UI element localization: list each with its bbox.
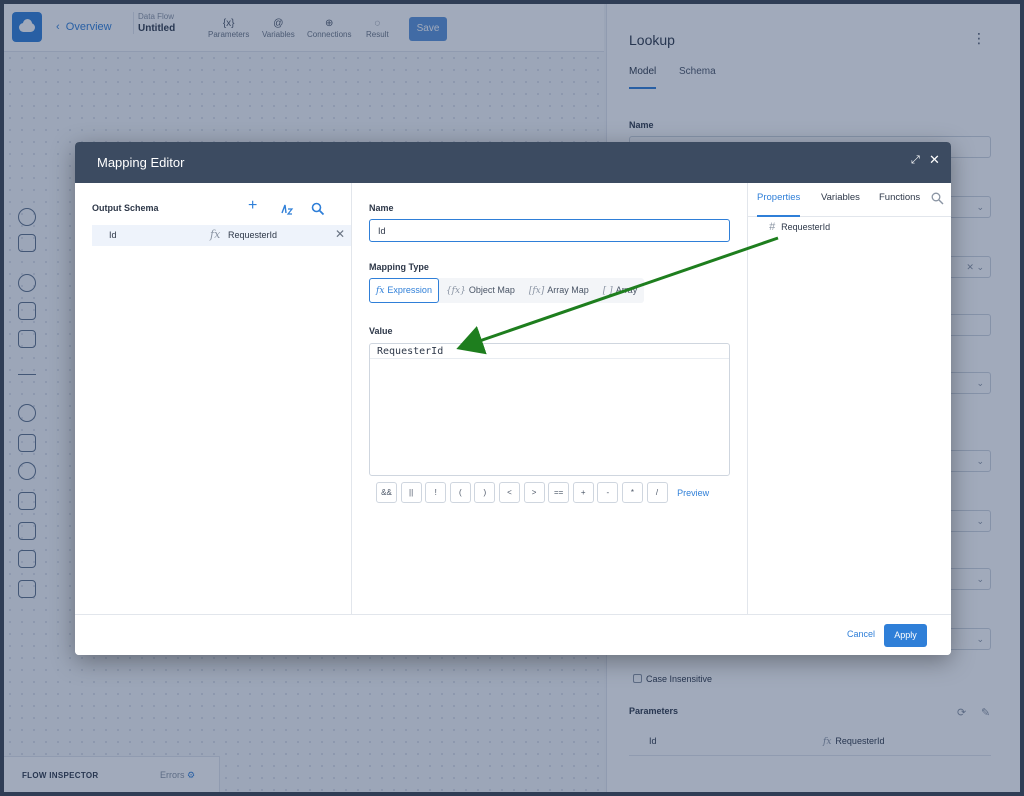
object-map-label: Object Map xyxy=(468,285,515,295)
modal-header: Mapping Editor ⤢ ✕ xyxy=(75,142,951,183)
tab-functions[interactable]: Functions xyxy=(879,192,920,217)
sort-alpha-icon[interactable] xyxy=(281,203,295,215)
mapping-editor-modal: Mapping Editor ⤢ ✕ Output Schema + Id fx… xyxy=(75,142,951,655)
operator-close-paren[interactable]: ) xyxy=(474,482,496,503)
tab-properties[interactable]: Properties xyxy=(757,192,801,217)
apply-button[interactable]: Apply xyxy=(884,624,927,647)
expression-label: Expression xyxy=(387,285,432,295)
output-schema-title: Output Schema xyxy=(92,203,159,213)
schema-row[interactable]: Id fx RequesterId ✕ xyxy=(92,225,351,246)
cancel-button[interactable]: Cancel xyxy=(847,629,875,639)
properties-panel: Properties Variables Functions # Requeste… xyxy=(748,183,951,614)
mapping-detail-panel: Name Mapping Type fxExpression {fx}Objec… xyxy=(352,183,748,614)
operator-open-paren[interactable]: ( xyxy=(449,482,471,503)
mapping-type-expression[interactable]: fx Expression xyxy=(369,278,439,303)
operator-multiply[interactable]: * xyxy=(621,482,643,503)
modal-title: Mapping Editor xyxy=(97,155,185,170)
output-schema-panel: Output Schema + Id fx RequesterId ✕ xyxy=(75,183,352,614)
operator-or[interactable]: || xyxy=(400,482,422,503)
tab-variables[interactable]: Variables xyxy=(821,192,860,217)
search-icon[interactable] xyxy=(931,192,944,205)
property-item-label: RequesterId xyxy=(781,222,831,232)
fx-icon: fx xyxy=(376,286,385,296)
operator-plus[interactable]: + xyxy=(572,482,594,503)
operator-not[interactable]: ! xyxy=(425,482,447,503)
expand-icon[interactable]: ⤢ xyxy=(911,154,920,167)
add-field-icon[interactable]: + xyxy=(248,197,257,215)
operator-equals[interactable]: == xyxy=(548,482,570,503)
mapping-type-array[interactable]: [ ] Array xyxy=(596,278,644,303)
object-map-icon: {fx} xyxy=(445,286,466,296)
search-icon[interactable] xyxy=(311,202,325,216)
name-input[interactable] xyxy=(369,219,730,242)
mapping-type-selector: fx Expression {fx} Object Map [fx] Array Ma… xyxy=(369,278,645,303)
mapping-type-label: Mapping Type xyxy=(369,262,429,272)
property-item[interactable]: # RequesterId xyxy=(769,221,830,233)
editor-line-divider xyxy=(370,358,729,359)
preview-link[interactable]: Preview xyxy=(677,488,709,498)
operator-and[interactable]: && xyxy=(376,482,397,503)
value-label: Value xyxy=(369,326,393,336)
close-icon[interactable]: ✕ xyxy=(929,152,940,168)
array-map-icon: [fx] xyxy=(528,286,545,296)
operator-less-than[interactable]: < xyxy=(498,482,520,503)
schema-field-name: Id xyxy=(109,230,117,240)
array-map-label: Array Map xyxy=(547,285,589,295)
operator-greater-than[interactable]: > xyxy=(523,482,545,503)
array-icon: [ ] xyxy=(602,286,613,296)
mapping-type-object-map[interactable]: {fx} Object Map xyxy=(439,278,522,303)
schema-field-value: RequesterId xyxy=(228,230,278,240)
fx-icon: fx xyxy=(210,228,221,241)
value-expression-text[interactable]: RequesterId xyxy=(377,346,443,357)
value-expression-editor[interactable]: RequesterId xyxy=(369,343,730,476)
property-tabs: Properties Variables Functions xyxy=(748,183,951,217)
number-type-icon: # xyxy=(769,221,776,233)
name-label: Name xyxy=(369,203,394,213)
operator-divide[interactable]: / xyxy=(646,482,668,503)
remove-mapping-icon[interactable]: ✕ xyxy=(335,227,345,241)
operator-minus[interactable]: - xyxy=(597,482,619,503)
array-label: Array xyxy=(615,285,638,295)
operator-toolbar: && || ! ( ) < > == + - * / Preview xyxy=(376,482,709,503)
mapping-type-array-map[interactable]: [fx] Array Map xyxy=(522,278,596,303)
modal-footer: Cancel Apply xyxy=(75,614,951,655)
